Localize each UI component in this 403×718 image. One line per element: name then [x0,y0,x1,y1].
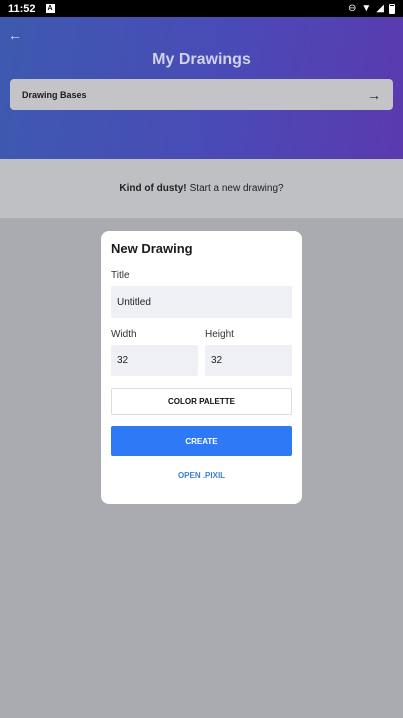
status-bar: 11:52 A ⊖ ▼ ◢ [0,0,403,17]
battery-icon [389,3,395,14]
height-input[interactable]: 32 [205,345,292,376]
title-label: Title [111,270,130,281]
height-label: Height [205,329,234,340]
signal-icon: ◢ [376,3,384,14]
empty-state-bold: Kind of dusty! [119,183,187,194]
empty-state-message: Kind of dusty! Start a new drawing? [0,159,403,218]
drawing-bases-label: Drawing Bases [22,89,87,100]
header: ← My Drawings Drawing Bases → [0,17,403,159]
page-title: My Drawings [152,51,251,68]
back-arrow-icon[interactable]: ← [8,27,22,43]
status-icons: ⊖ ▼ ◢ [348,3,395,14]
open-pixil-link[interactable]: OPEN .PIXIL [111,471,292,480]
drawing-bases-button[interactable]: Drawing Bases → [10,79,393,110]
title-input[interactable]: Untitled [111,286,292,318]
dnd-icon: ⊖ [348,3,357,14]
color-palette-button[interactable]: COLOR PALETTE [111,388,292,415]
new-drawing-dialog: New Drawing Title Untitled Width 32 Heig… [101,231,302,504]
width-input[interactable]: 32 [111,345,198,376]
width-label: Width [111,329,137,340]
notification-icon: A [45,4,55,13]
status-time: 11:52 [8,2,36,15]
create-button[interactable]: CREATE [111,426,292,456]
wifi-icon: ▼ [361,3,372,14]
empty-state-text: Start a new drawing? [189,183,284,194]
arrow-right-icon: → [367,86,381,103]
dialog-title: New Drawing [111,241,193,256]
